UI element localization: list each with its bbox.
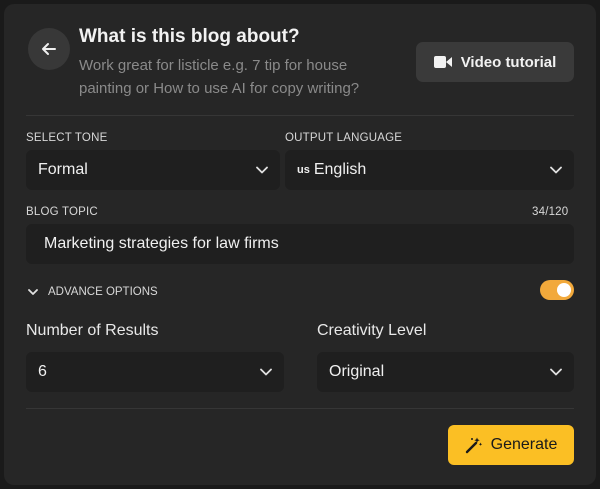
tone-select[interactable]: Formal xyxy=(26,150,280,190)
tone-label: SELECT TONE xyxy=(26,132,108,144)
language-label: OUTPUT LANGUAGE xyxy=(285,132,403,144)
us-flag-icon: us xyxy=(297,164,310,176)
results-value: 6 xyxy=(38,363,47,380)
tone-value: Formal xyxy=(38,161,88,178)
topic-char-counter: 34/120 xyxy=(532,206,569,218)
language-value: English xyxy=(313,161,367,178)
arrow-left-icon xyxy=(42,43,56,55)
results-select[interactable]: 6 xyxy=(26,352,284,392)
magic-wand-icon xyxy=(465,437,482,454)
generate-button[interactable]: Generate xyxy=(448,425,574,465)
chevron-down-icon xyxy=(550,368,562,376)
video-tutorial-label: Video tutorial xyxy=(460,53,557,71)
topic-label: BLOG TOPIC xyxy=(26,206,98,218)
back-button[interactable] xyxy=(28,28,70,70)
blog-topic-value: Marketing strategies for law firms xyxy=(44,235,279,252)
chevron-down-icon xyxy=(550,166,562,174)
chevron-down-icon xyxy=(256,166,268,174)
language-select[interactable]: us English xyxy=(285,150,574,190)
chevron-down-icon xyxy=(260,368,272,376)
divider-bottom xyxy=(26,408,574,409)
video-camera-icon xyxy=(433,56,452,68)
advance-options-switch[interactable] xyxy=(540,280,574,300)
blog-form-panel: What is this blog about? Work great for … xyxy=(4,4,596,485)
advance-options-toggle[interactable]: ADVANCE OPTIONS xyxy=(28,286,158,298)
chevron-down-icon xyxy=(28,288,38,295)
creativity-select[interactable]: Original xyxy=(317,352,574,392)
results-label: Number of Results xyxy=(26,322,159,339)
creativity-label: Creativity Level xyxy=(317,322,427,339)
advance-options-label: ADVANCE OPTIONS xyxy=(48,286,158,298)
generate-label: Generate xyxy=(490,436,558,453)
page-subtitle: Work great for listicle e.g. 7 tip for h… xyxy=(79,57,360,97)
video-tutorial-button[interactable]: Video tutorial xyxy=(416,42,574,82)
blog-topic-input[interactable]: Marketing strategies for law firms xyxy=(26,224,574,264)
divider-top xyxy=(26,115,574,116)
creativity-value: Original xyxy=(329,363,385,380)
switch-knob xyxy=(557,283,571,297)
page-title: What is this blog about? xyxy=(79,26,300,47)
